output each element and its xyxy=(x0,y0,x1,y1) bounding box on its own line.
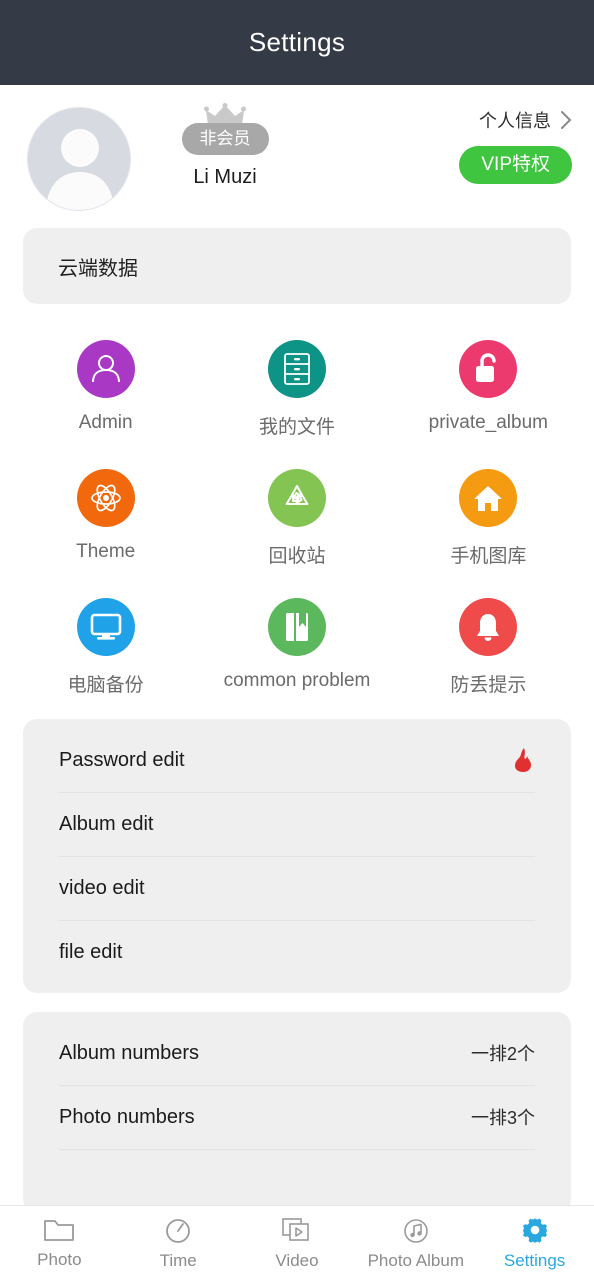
grid-item-label: 防丢提示 xyxy=(450,675,527,696)
grid-item-private-album[interactable]: private_album xyxy=(393,326,584,455)
atom-icon-circle xyxy=(76,469,135,527)
grid-item-label: 手机图库 xyxy=(450,546,527,567)
tab-label: Photo xyxy=(37,1249,82,1269)
row-label: Password edit xyxy=(59,748,185,771)
bell-icon-circle xyxy=(459,598,518,656)
avatar[interactable] xyxy=(27,107,131,211)
grid-item-label: 电脑备份 xyxy=(67,675,144,696)
list-item-photo-numbers[interactable]: Photo numbers 一排3个 xyxy=(59,1085,535,1149)
monitor-icon xyxy=(90,613,121,640)
membership-block: 非会员 Li Muzi xyxy=(150,103,300,189)
list-item-album-numbers[interactable]: Album numbers 一排2个 xyxy=(59,1021,535,1085)
tab-label: Video xyxy=(275,1250,319,1270)
grid-item-label: private_album xyxy=(428,412,548,433)
vip-privilege-button[interactable]: VIP特权 xyxy=(459,146,572,184)
row-value: 一排2个 xyxy=(470,1044,535,1064)
tab-photo[interactable]: Photo xyxy=(0,1217,119,1270)
person-icon-circle xyxy=(76,340,135,398)
tab-photo-album[interactable]: Photo Album xyxy=(356,1216,475,1271)
recycle-icon-circle xyxy=(267,469,326,527)
grid-item-recycle-bin[interactable]: 回收站 xyxy=(201,455,392,584)
settings-screen: Settings 非会员 Li Muzi 个人信息 VIP特权 云端数据 Adm… xyxy=(0,0,594,1280)
atom-icon xyxy=(90,484,121,512)
grid-item-loss-prevention[interactable]: 防丢提示 xyxy=(393,584,584,713)
titlebar: Settings xyxy=(0,0,594,85)
page-title: Settings xyxy=(248,27,346,57)
row-label: Photo numbers xyxy=(59,1105,195,1128)
flame-icon xyxy=(515,748,531,772)
bottom-tabbar: Photo Time Video Photo Album Settings xyxy=(0,1205,594,1280)
cloud-data-card[interactable]: 云端数据 xyxy=(23,228,571,304)
recycle-icon xyxy=(285,485,309,506)
person-icon xyxy=(91,355,120,383)
grid-item-admin[interactable]: Admin xyxy=(10,326,201,455)
list-item-password-edit[interactable]: Password edit xyxy=(59,728,535,792)
gear-icon xyxy=(522,1218,547,1243)
row-label: Album edit xyxy=(59,812,154,835)
edit-options-card: Password edit Album edit video edit file… xyxy=(23,719,571,993)
folder-icon xyxy=(44,1219,75,1241)
list-item-video-edit[interactable]: video edit xyxy=(59,856,535,920)
membership-badge: 非会员 xyxy=(181,123,269,155)
book-icon xyxy=(285,613,308,641)
book-icon-circle xyxy=(267,598,326,656)
video-stack-icon xyxy=(282,1217,309,1241)
monitor-icon-circle xyxy=(76,598,135,656)
grid-item-phone-gallery[interactable]: 手机图库 xyxy=(393,455,584,584)
numbers-card: Album numbers 一排2个 Photo numbers 一排3个 xyxy=(23,1012,571,1213)
profile-section: 非会员 Li Muzi 个人信息 VIP特权 xyxy=(0,85,594,228)
grid-item-my-files[interactable]: 我的文件 xyxy=(201,326,392,455)
music-note-icon xyxy=(403,1218,428,1243)
feature-grid: Admin 我的文件 private_album Theme 回收站 手机图库 … xyxy=(0,304,594,719)
row-label: file edit xyxy=(59,940,123,963)
chevron-right-icon xyxy=(561,111,572,129)
grid-item-label: 回收站 xyxy=(268,546,326,567)
grid-item-theme[interactable]: Theme xyxy=(10,455,201,584)
tab-label: Photo Album xyxy=(367,1250,464,1270)
grid-item-pc-backup[interactable]: 电脑备份 xyxy=(10,584,201,713)
row-value: 一排3个 xyxy=(470,1108,535,1128)
grid-item-label: common problem xyxy=(223,670,371,691)
list-item-partial[interactable] xyxy=(59,1149,535,1213)
row-label: video edit xyxy=(59,876,145,899)
user-avatar-placeholder xyxy=(46,129,114,210)
personal-info-label: 个人信息 xyxy=(479,111,551,131)
file-cabinet-icon-circle xyxy=(267,340,326,398)
section-divider xyxy=(0,993,594,1012)
grid-item-label: Theme xyxy=(76,541,136,562)
tab-video[interactable]: Video xyxy=(238,1216,357,1271)
tab-label: Settings xyxy=(503,1250,566,1270)
row-label: Album numbers xyxy=(59,1041,200,1064)
tab-time[interactable]: Time xyxy=(119,1216,238,1271)
grid-item-label: Admin xyxy=(78,412,133,433)
file-cabinet-icon xyxy=(284,353,310,385)
grid-item-common-problem[interactable]: common problem xyxy=(201,584,392,713)
cloud-data-label: 云端数据 xyxy=(58,257,138,280)
home-icon xyxy=(474,486,503,511)
list-item-file-edit[interactable]: file edit xyxy=(59,920,535,984)
list-item-album-edit[interactable]: Album edit xyxy=(59,792,535,856)
bell-icon xyxy=(477,614,500,641)
personal-info-link[interactable]: 个人信息 xyxy=(459,107,572,133)
home-icon-circle xyxy=(459,469,518,527)
tab-label: Time xyxy=(159,1250,197,1270)
open-lock-icon-circle xyxy=(459,340,518,398)
grid-item-label: 我的文件 xyxy=(258,417,335,438)
username: Li Muzi xyxy=(193,166,257,188)
tab-settings[interactable]: Settings xyxy=(475,1216,594,1271)
clock-icon xyxy=(166,1218,191,1243)
open-lock-icon xyxy=(476,353,497,382)
profile-actions: 个人信息 VIP特权 xyxy=(459,107,572,184)
